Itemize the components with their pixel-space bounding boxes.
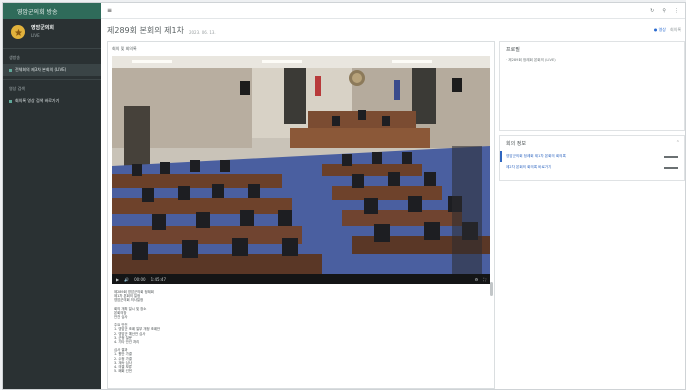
tab-minutes[interactable]: 회의록 [670, 27, 681, 33]
volume-icon[interactable]: 🔊 [124, 277, 129, 282]
notes-block: 주요 안건 1. 영암군 조례 일부 개정 조례안 2. 영암군 예산안 심사 … [114, 323, 484, 344]
sidebar-item-live[interactable]: 전체회의 제3차 본회의 (LIVE) [3, 64, 101, 76]
video-card: 회의 및 회의록 ▶ 🔊 00:00 1:45:47 ⚙ ⛶ 제289회 영암군… [107, 41, 495, 389]
refresh-icon[interactable]: ↻ [650, 8, 654, 14]
title-row: 제289회 본회의 제1차 2023. 06. 13. [107, 22, 216, 36]
sidebar-item-label: 회의록 영상 검색 바로가기 [15, 98, 60, 103]
profile-sub: LIVE [31, 33, 40, 38]
live-bullet-icon [9, 68, 12, 72]
divider [3, 48, 101, 49]
notes-scrollbar[interactable] [490, 282, 493, 296]
sidebar-item-search[interactable]: 회의록 영상 검색 바로가기 [3, 95, 101, 107]
brand-bar[interactable]: 영암군의회 방송 [3, 3, 101, 19]
council-chamber-scene [112, 56, 490, 274]
sidebar-section-search: 영상 검색 [9, 86, 25, 91]
video-label: 회의 및 회의록 [112, 46, 137, 51]
menu-icon[interactable]: ≡ [107, 7, 112, 14]
profile-panel-title: 프로필 [506, 47, 520, 53]
profile-name: 영암군의회 [31, 25, 55, 31]
link-indicator [664, 155, 678, 158]
link-label: 제2차 본회의 회의록 바로가기 [506, 165, 552, 169]
video-player[interactable] [112, 56, 490, 274]
notes-block: 회의 개최 일시 및 장소 본회의장 안건 심사 [114, 307, 484, 320]
play-icon[interactable]: ▶ [116, 277, 119, 282]
sidebar: 영암군의회 방송 영암군의회 LIVE 생방송 전체회의 제3차 본회의 (LI… [3, 3, 101, 389]
time-current: 00:00 [134, 276, 146, 282]
sidebar-item-label: 전체회의 제3차 본회의 (LIVE) [15, 67, 67, 72]
top-bar: ≡ ↻ ⚲ ⋮ [101, 3, 685, 19]
notes-line: 영암군의회 의사일정 [114, 298, 144, 303]
notes-block: 심사 결과 1. 원안 가결 2. 수정 가결 3. 계속 심사 4. 의결 보… [114, 348, 484, 373]
view-tabs: ● 영상 회의록 [654, 27, 681, 33]
settings-icon[interactable]: ⚙ [475, 277, 479, 282]
search-icon[interactable]: ⚲ [662, 8, 666, 14]
notes-line: 안건 심사 [114, 315, 128, 320]
page-title: 제289회 본회의 제1차 [107, 26, 184, 35]
brand-title: 영암군의회 방송 [17, 8, 58, 16]
council-emblem-icon [11, 25, 25, 39]
chevron-up-icon[interactable]: ⌃ [676, 140, 680, 146]
meeting-notes: 제289회 영암군의회 정례회 제1차 본회의 일정 영암군의회 의사일정 회의… [114, 290, 484, 386]
profile-panel: 프로필 · 제289회 정례회 본회의 (LIVE) [499, 41, 685, 131]
profile-panel-item[interactable]: · 제289회 정례회 본회의 (LIVE) [500, 57, 684, 64]
tab-video[interactable]: ● 영상 [654, 27, 666, 33]
link-label: 영암군의회 정례회 제1차 본회의 회의록 [506, 154, 566, 158]
notes-block: 제289회 영암군의회 정례회 제1차 본회의 일정 영암군의회 의사일정 [114, 290, 484, 303]
meeting-link-item[interactable]: 제2차 본회의 회의록 바로가기 [500, 162, 684, 173]
meeting-info-panel: 회의 정보 ⌃ 영암군의회 정례회 제1차 본회의 회의록 제2차 본회의 회의… [499, 135, 685, 181]
link-indicator [664, 166, 678, 169]
search-bullet-icon [9, 99, 12, 103]
app-window: 영암군의회 방송 영암군의회 LIVE 생방송 전체회의 제3차 본회의 (LI… [2, 2, 686, 390]
player-controls: ▶ 🔊 00:00 1:45:47 ⚙ ⛶ [112, 274, 490, 284]
time-total: 1:45:47 [150, 276, 167, 282]
more-icon[interactable]: ⋮ [674, 8, 679, 14]
meeting-link-item[interactable]: 영암군의회 정례회 제1차 본회의 회의록 [500, 151, 684, 162]
toolbar-tools: ↻ ⚲ ⋮ [650, 8, 679, 14]
page-date: 2023. 06. 13. [188, 30, 216, 35]
profile: 영암군의회 LIVE [3, 19, 101, 45]
notes-line: 5. 폐회 선언 [114, 369, 132, 374]
fullscreen-icon[interactable]: ⛶ [483, 277, 486, 282]
meeting-info-title: 회의 정보 [506, 141, 526, 147]
sidebar-section-live: 생방송 [9, 55, 21, 60]
divider [3, 79, 101, 80]
notes-line: 4. 기타 안건 처리 [114, 340, 140, 345]
